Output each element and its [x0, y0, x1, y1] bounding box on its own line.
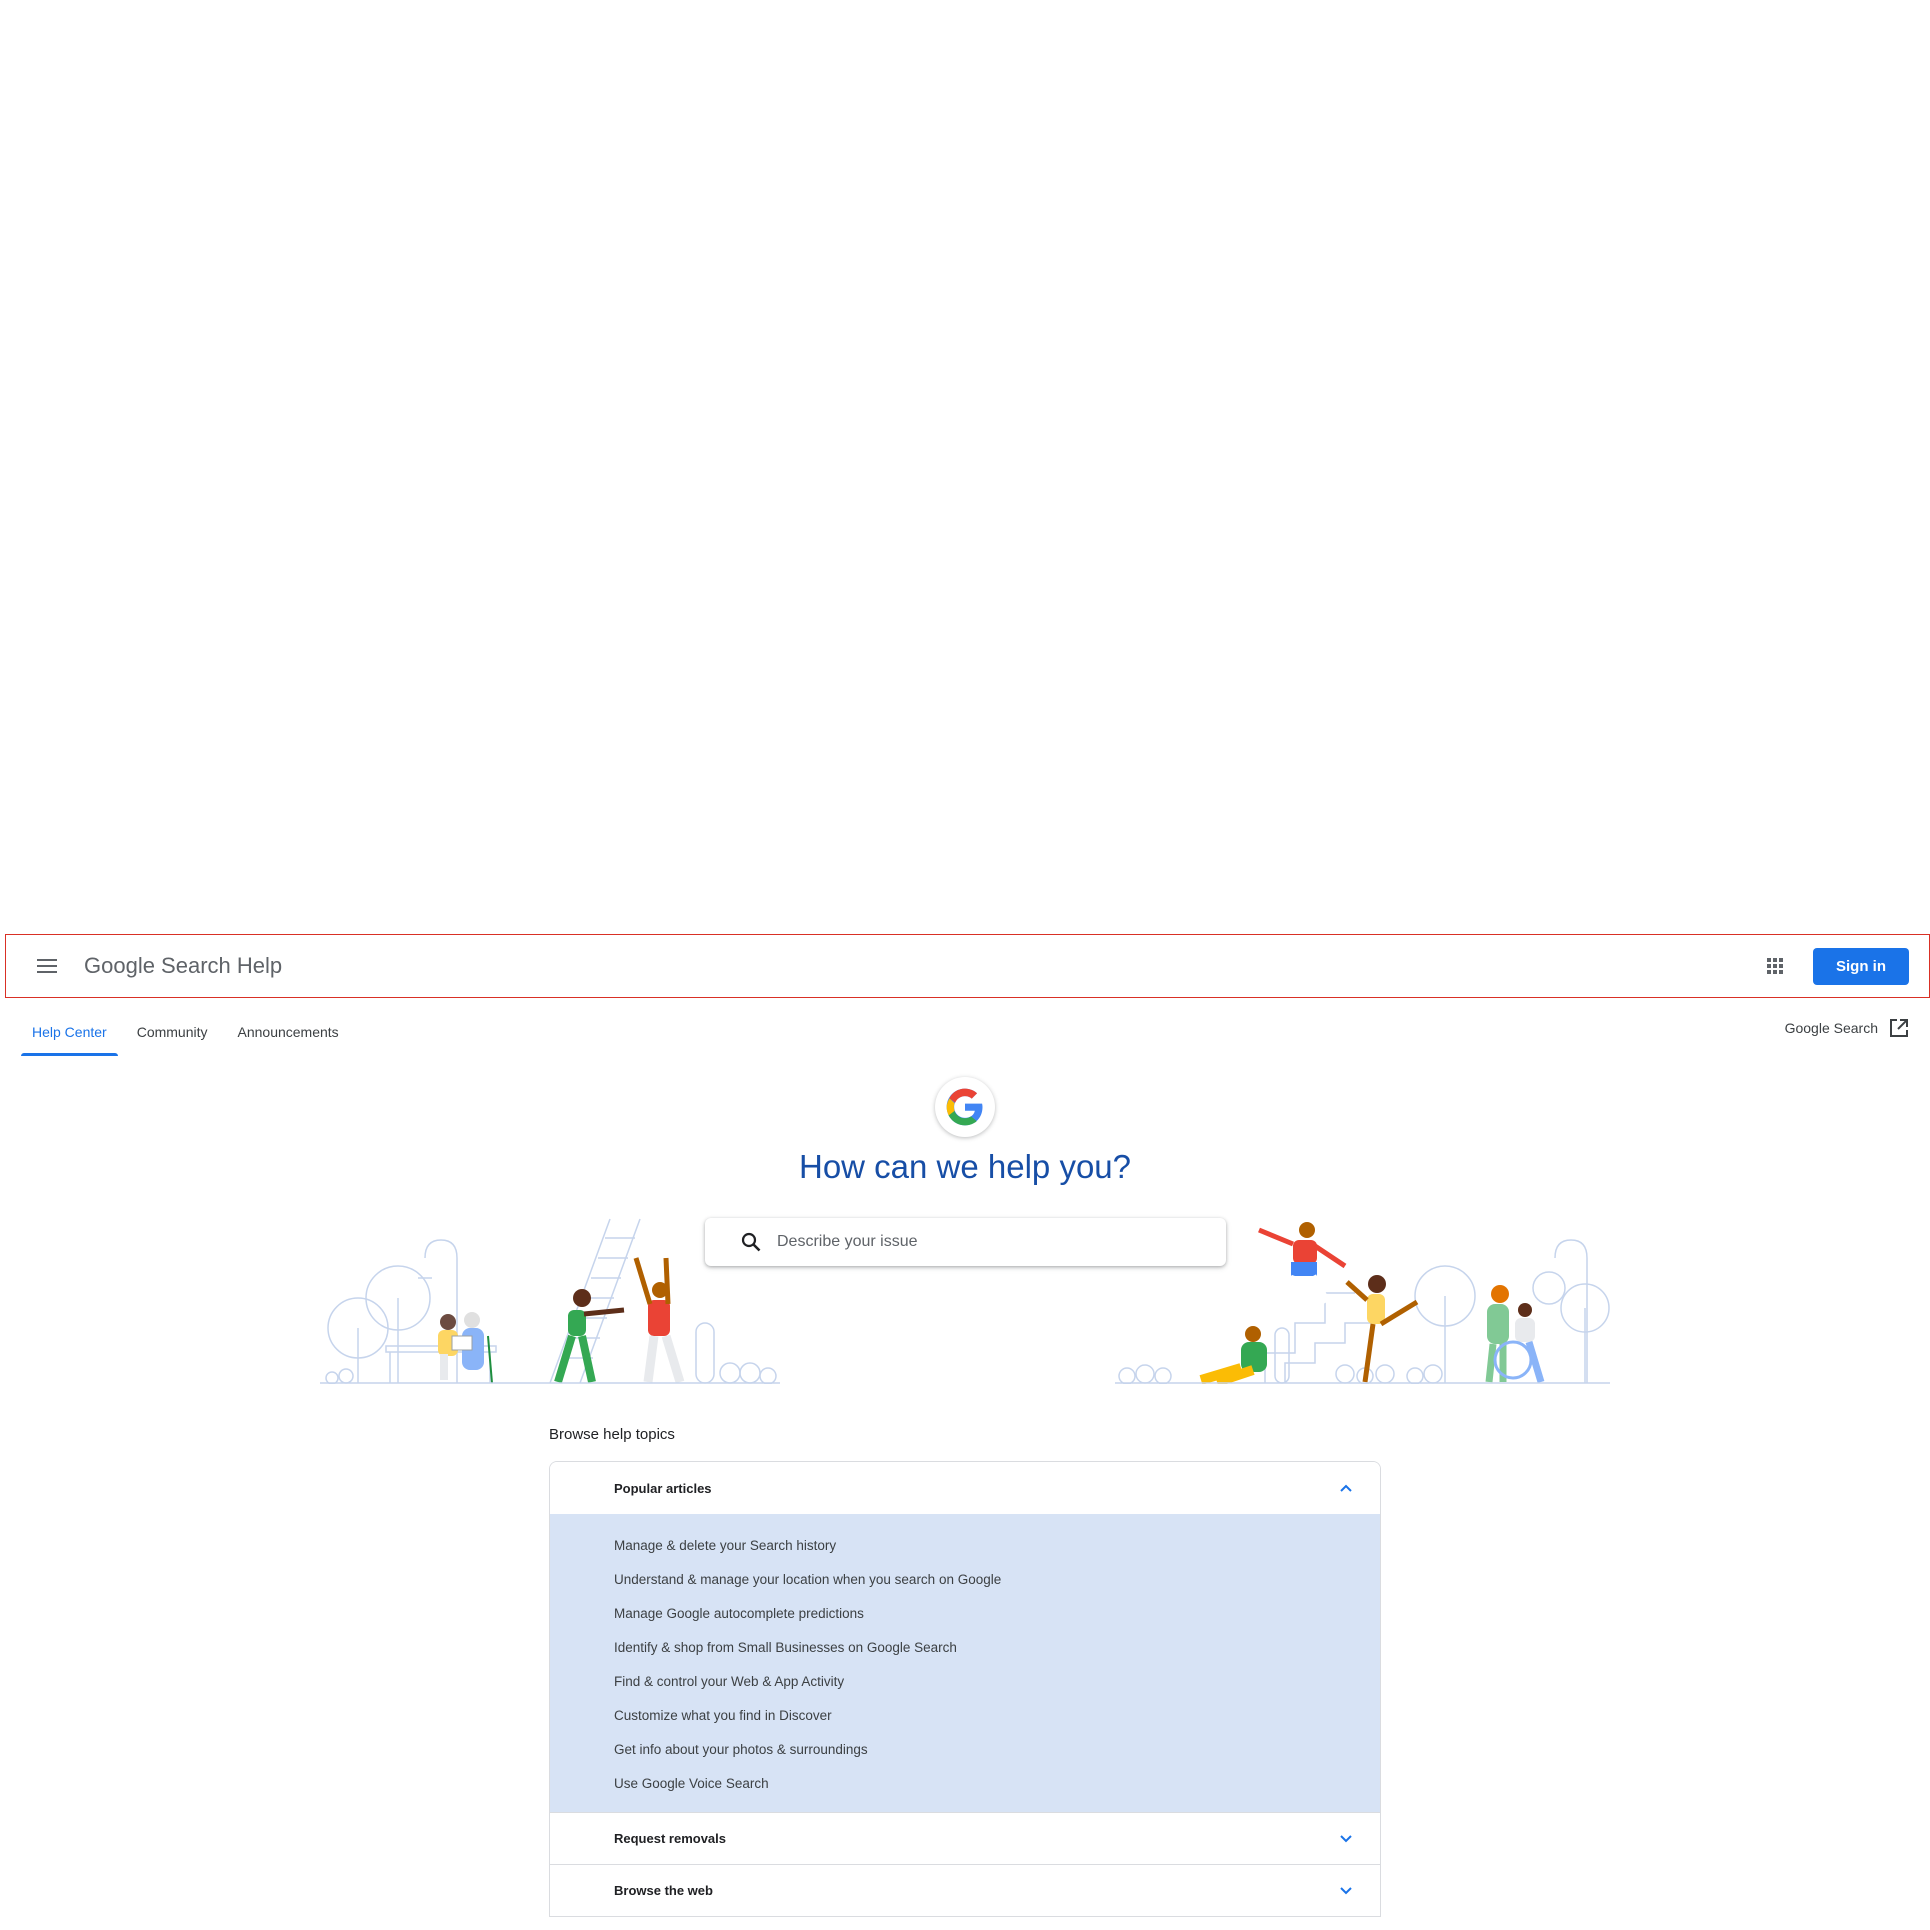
tab-help-center[interactable]: Help Center: [21, 1008, 118, 1056]
hamburger-menu-icon: [37, 959, 57, 973]
article-link[interactable]: Use Google Voice Search: [614, 1766, 1380, 1800]
help-nav-tabs: Help Center Community Announcements: [21, 1008, 358, 1056]
popular-articles-list: Manage & delete your Search history Unde…: [550, 1514, 1380, 1813]
sign-in-button[interactable]: Sign in: [1813, 947, 1909, 985]
hero-title: How can we help you?: [798, 1148, 1132, 1185]
search-icon: [741, 1232, 761, 1252]
topic-title: Request removals: [614, 1831, 726, 1846]
google-search-external-link[interactable]: Google Search: [1785, 1008, 1908, 1048]
search-input[interactable]: [775, 1232, 1175, 1252]
open-in-new-icon: [1890, 1019, 1908, 1037]
article-link[interactable]: Understand & manage your location when y…: [614, 1562, 1380, 1596]
chevron-down-icon: [1340, 1886, 1352, 1895]
external-link-label: Google Search: [1784, 1020, 1878, 1036]
topic-popular-articles[interactable]: Popular articles: [550, 1462, 1380, 1514]
help-search-box[interactable]: [705, 1218, 1226, 1266]
article-link[interactable]: Identify & shop from Small Businesses on…: [614, 1630, 1380, 1664]
chevron-up-icon: [1340, 1484, 1352, 1492]
google-g-logo-icon: [935, 1077, 995, 1137]
article-link[interactable]: Find & control your Web & App Activity: [614, 1664, 1380, 1698]
article-link[interactable]: Get info about your photos & surrounding…: [614, 1732, 1380, 1766]
app-title[interactable]: Google Search Help: [84, 953, 282, 979]
topic-title: Browse the web: [614, 1883, 713, 1898]
topic-browse-the-web[interactable]: Browse the web: [550, 1865, 1380, 1917]
article-link[interactable]: Manage & delete your Search history: [614, 1528, 1380, 1562]
tab-announcements[interactable]: Announcements: [227, 1008, 350, 1056]
tab-community[interactable]: Community: [126, 1008, 219, 1056]
topic-request-removals[interactable]: Request removals: [550, 1813, 1380, 1865]
apps-grid-icon: [1767, 958, 1783, 974]
topic-title: Popular articles: [614, 1480, 712, 1496]
article-link[interactable]: Customize what you find in Discover: [614, 1698, 1380, 1732]
main-menu-button[interactable]: [23, 942, 71, 990]
article-link[interactable]: Manage Google autocomplete predictions: [614, 1596, 1380, 1630]
google-apps-button[interactable]: [1755, 946, 1795, 986]
topics-accordion: Popular articles Manage & delete your Se…: [549, 1461, 1381, 1917]
chevron-down-icon: [1340, 1834, 1352, 1843]
browse-topics-heading: Browse help topics: [549, 1426, 675, 1443]
app-header: Google Search Help Sign in: [5, 934, 1930, 998]
